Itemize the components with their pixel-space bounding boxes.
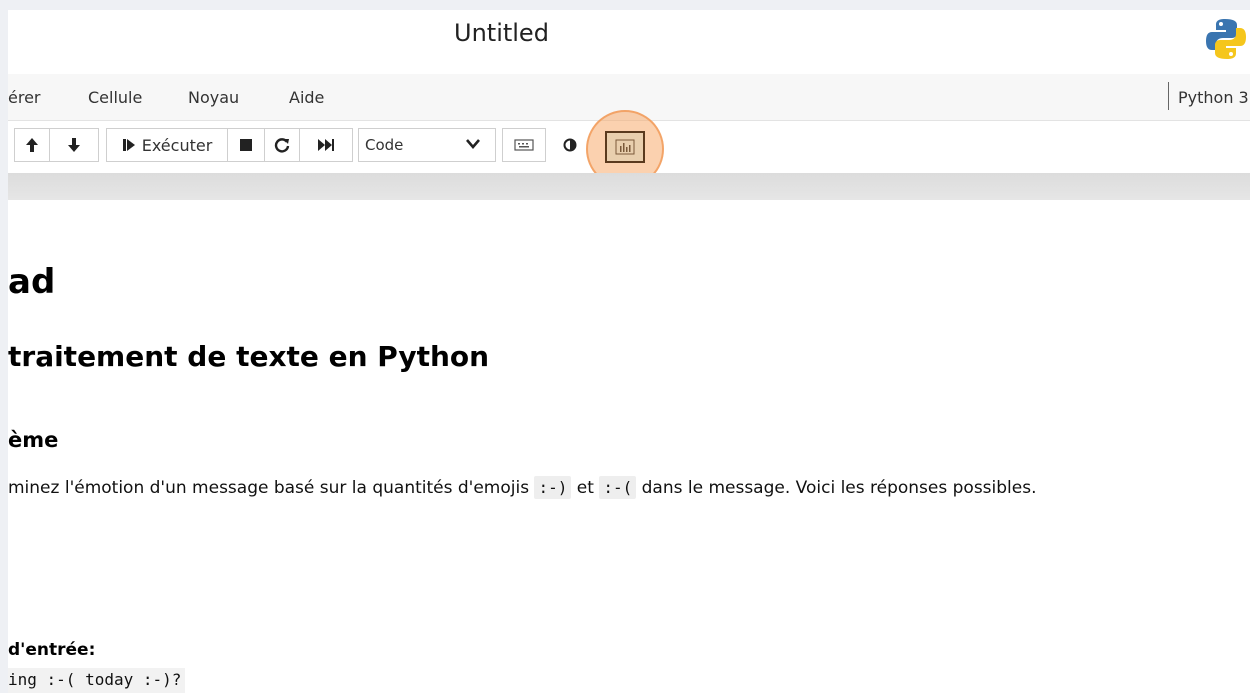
move-up-icon	[26, 138, 38, 152]
keyboard-icon	[514, 139, 534, 151]
kernel-separator	[1168, 82, 1169, 110]
cell-type-value: Code	[365, 136, 404, 154]
restart-icon	[274, 138, 290, 153]
move-down-button[interactable]	[49, 128, 99, 162]
fast-forward-icon	[318, 139, 334, 151]
left-margin	[0, 0, 8, 693]
chevron-down-icon	[466, 139, 480, 149]
happy-emoji-code: :-)	[534, 476, 572, 499]
notebook-body: ad traitement de texte en Python ème min…	[8, 200, 1250, 693]
notebook-window: Untitled érer Cellule Noyau Aide Python …	[0, 0, 1250, 693]
run-button-label: Exécuter	[141, 135, 213, 155]
run-all-button[interactable]	[299, 128, 353, 162]
menu-edit[interactable]: érer	[8, 88, 41, 107]
menu-help[interactable]: Aide	[289, 88, 324, 107]
chart-icon	[615, 139, 635, 155]
keyboard-shortcuts-button[interactable]	[502, 128, 546, 162]
move-down-icon	[68, 138, 80, 152]
restart-button[interactable]	[264, 128, 300, 162]
menu-kernel[interactable]: Noyau	[188, 88, 239, 107]
menu-cell[interactable]: Cellule	[88, 88, 142, 107]
stop-button[interactable]	[227, 128, 265, 162]
description-paragraph: minez l'émotion d'un message basé sur la…	[8, 476, 1037, 499]
para-text-3: dans le message. Voici les réponses poss…	[636, 478, 1037, 498]
heading-3: ème	[8, 428, 59, 452]
theme-toggle-button[interactable]	[552, 128, 588, 162]
python-logo-icon	[1206, 19, 1246, 59]
heading-1: ad	[8, 262, 56, 302]
contrast-icon	[563, 138, 577, 152]
notebook-header: Untitled	[8, 10, 1250, 74]
run-button[interactable]: Exécuter	[106, 128, 228, 162]
input-example-label: d'entrée:	[8, 640, 96, 660]
toolbar-shadow-band	[8, 173, 1250, 200]
stop-icon	[240, 139, 252, 151]
sad-emoji-code: :-(	[599, 476, 637, 499]
chart-button[interactable]	[605, 131, 645, 163]
move-up-button[interactable]	[14, 128, 50, 162]
run-icon	[122, 139, 135, 151]
cell-type-select[interactable]: Code	[358, 128, 496, 162]
para-text-1: minez l'émotion d'un message basé sur la…	[8, 478, 535, 498]
kernel-indicator[interactable]: Python 3	[1178, 88, 1249, 107]
top-margin	[0, 0, 1250, 10]
notebook-title[interactable]: Untitled	[454, 19, 549, 47]
heading-2: traitement de texte en Python	[8, 340, 490, 373]
para-text-2: et	[571, 478, 600, 498]
input-example-code: ing :-( today :-)?	[8, 668, 186, 693]
